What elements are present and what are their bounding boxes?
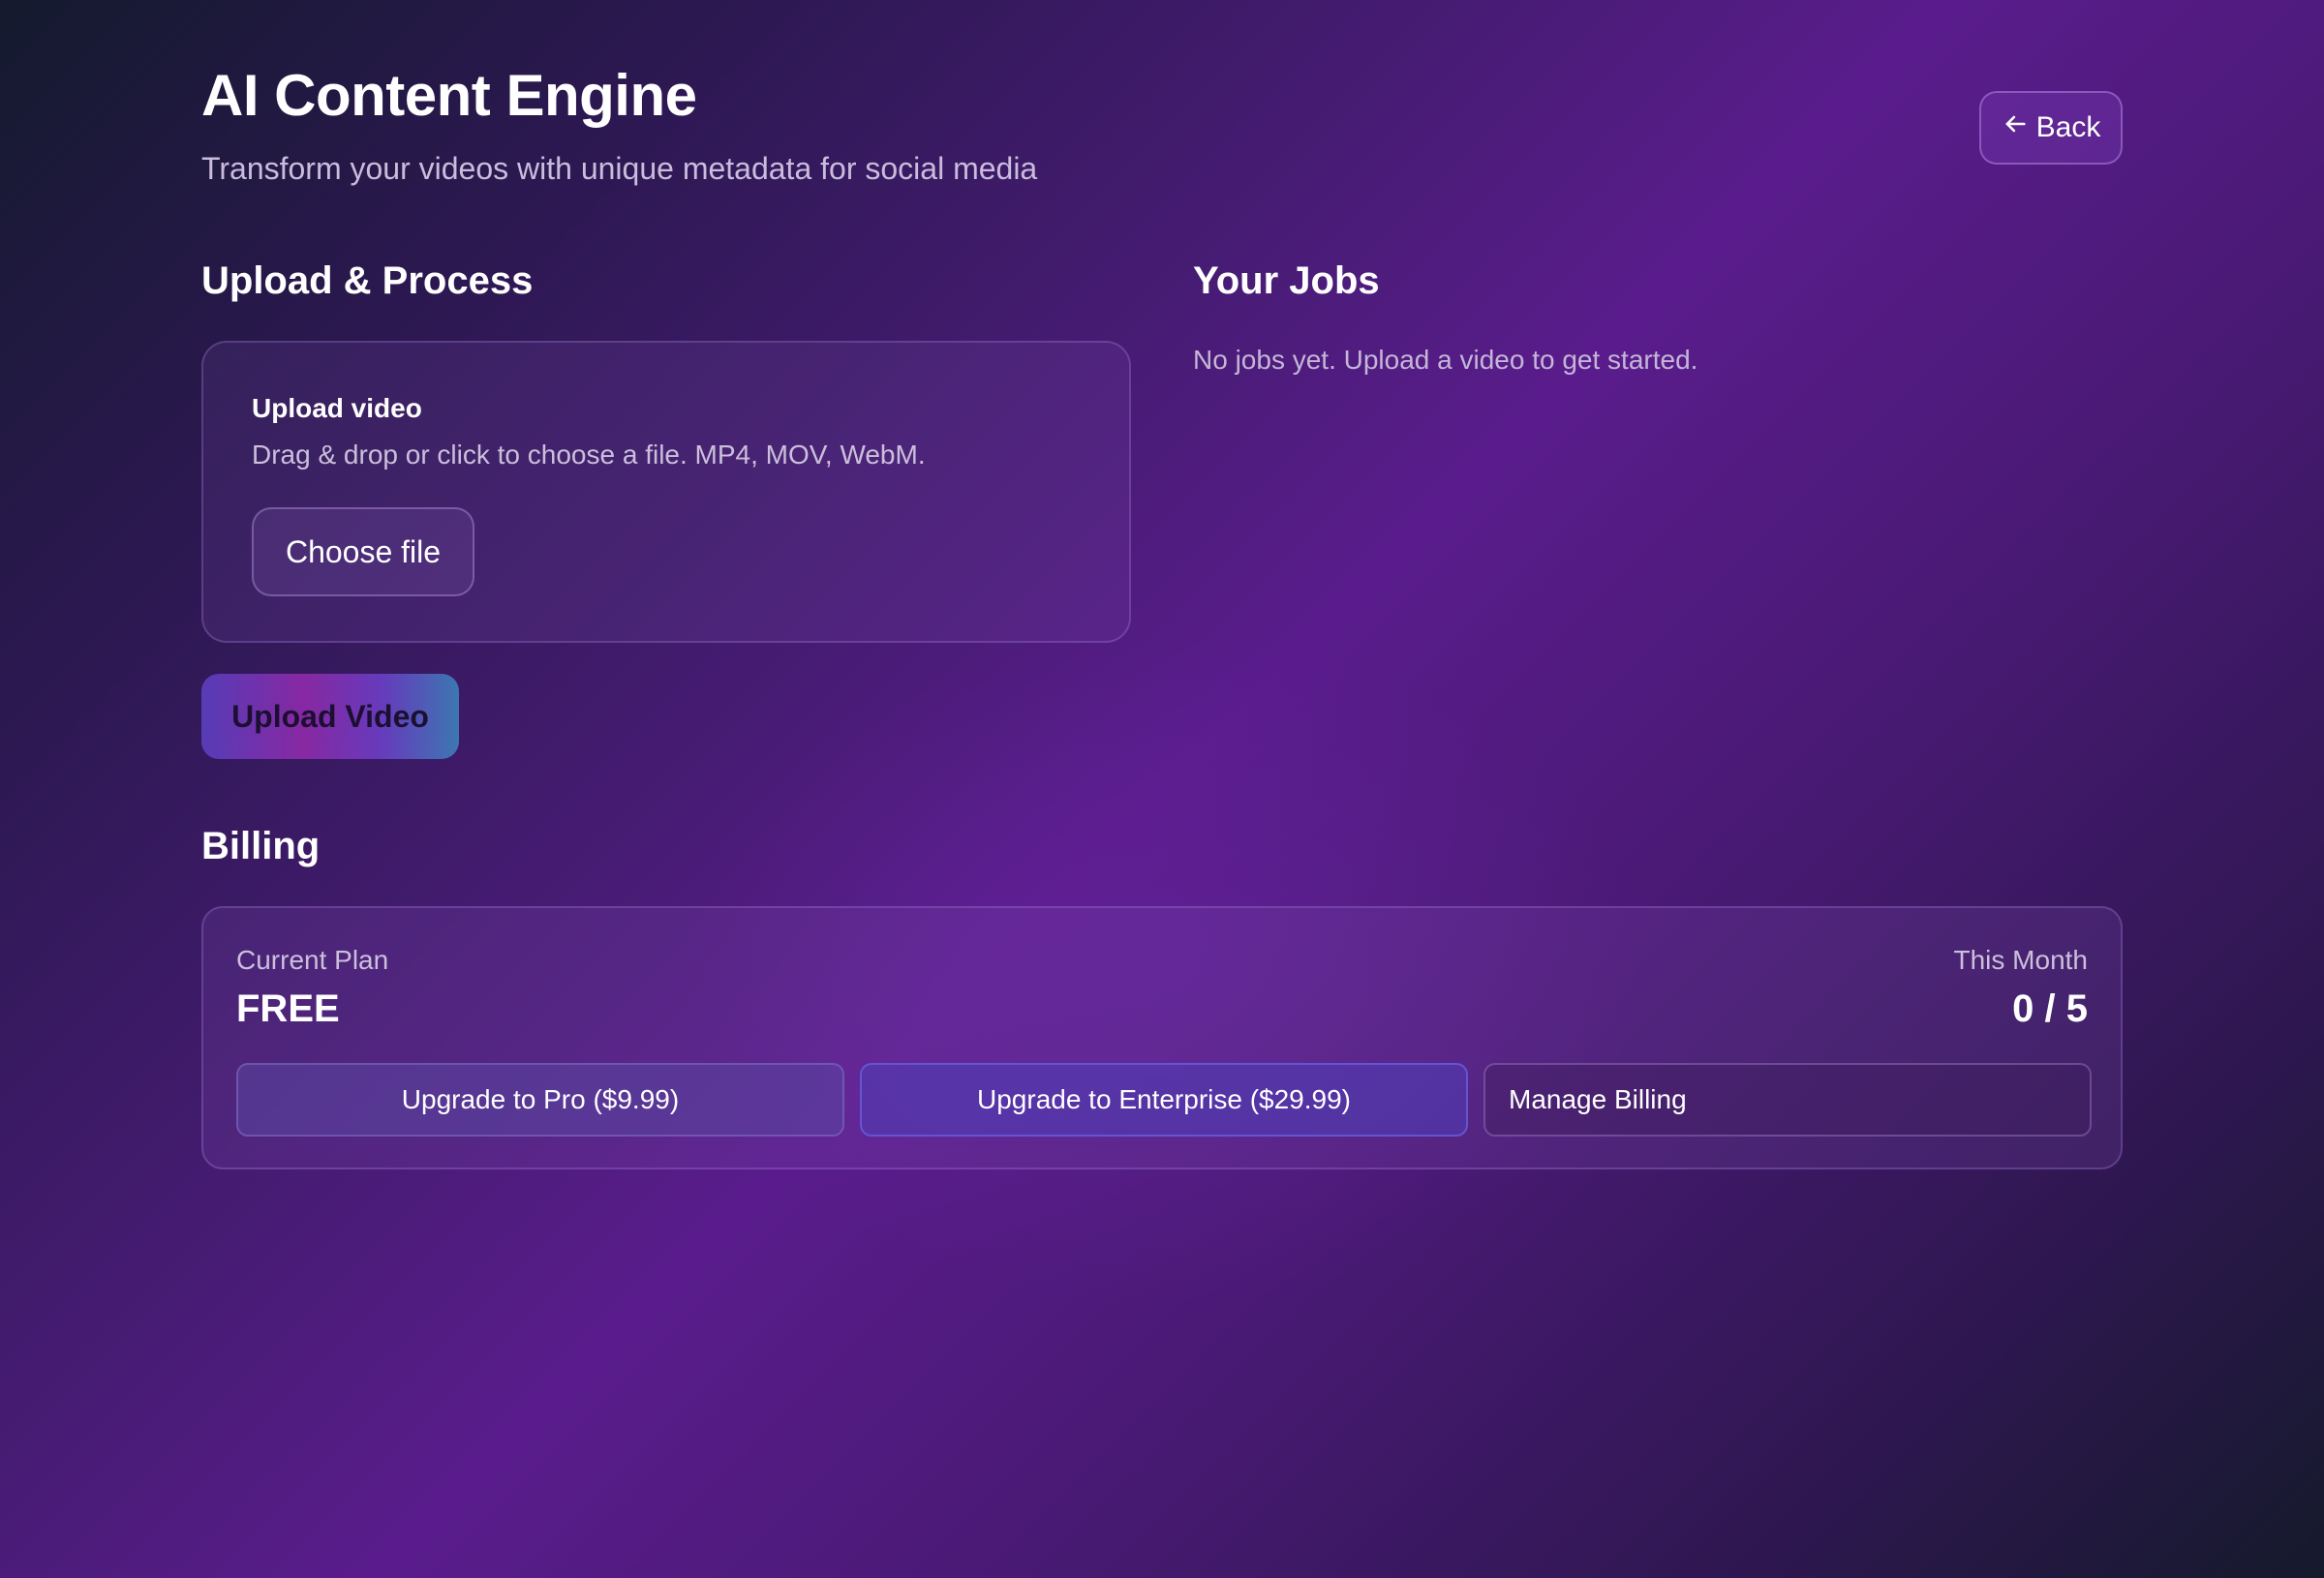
main-container: AI Content Engine Transform your videos … <box>201 0 2123 1578</box>
jobs-section-title: Your Jobs <box>1193 259 1380 302</box>
upload-card-hint: Drag & drop or click to choose a file. M… <box>252 440 926 470</box>
choose-file-button[interactable]: Choose file <box>252 507 474 596</box>
current-plan-value: FREE <box>236 987 340 1030</box>
upload-dropzone[interactable]: Upload video Drag & drop or click to cho… <box>201 341 1131 643</box>
current-plan-label: Current Plan <box>236 945 389 975</box>
back-button-label: Back <box>2035 111 2101 143</box>
upgrade-enterprise-button[interactable]: Upgrade to Enterprise ($29.99) <box>860 1063 1468 1137</box>
page-subtitle: Transform your videos with unique metada… <box>201 151 1038 186</box>
arrow-left-icon <box>2002 110 2029 145</box>
upload-section-title: Upload & Process <box>201 259 534 302</box>
upload-card-label: Upload video <box>252 393 422 423</box>
this-month-usage: 0 / 5 <box>2012 987 2088 1030</box>
jobs-empty-message: No jobs yet. Upload a video to get start… <box>1193 345 1698 375</box>
manage-billing-button[interactable]: Manage Billing <box>1483 1063 2092 1137</box>
billing-section-title: Billing <box>201 825 321 867</box>
this-month-label: This Month <box>1953 945 2089 975</box>
page-title: AI Content Engine <box>201 63 697 128</box>
billing-card: Current Plan FREE This Month 0 / 5 Upgra… <box>201 906 2123 1169</box>
upgrade-pro-button[interactable]: Upgrade to Pro ($9.99) <box>236 1063 844 1137</box>
back-button[interactable]: Back <box>1979 91 2123 165</box>
upload-video-button[interactable]: Upload Video <box>201 674 459 759</box>
